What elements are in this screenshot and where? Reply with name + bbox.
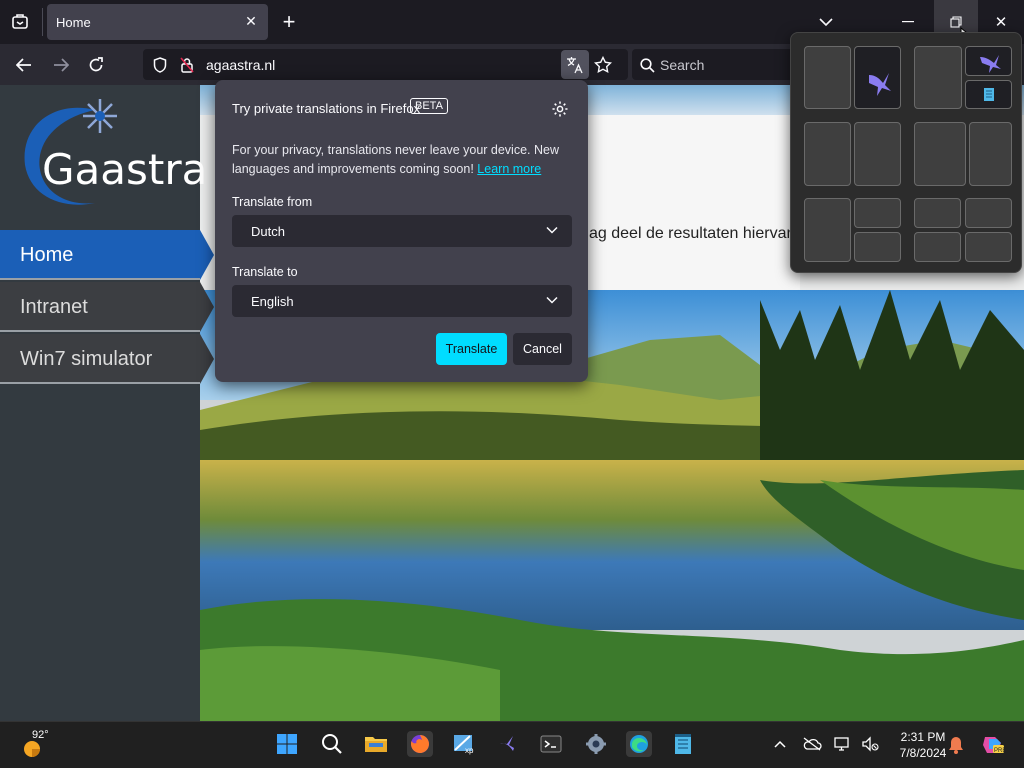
forward-icon[interactable] bbox=[50, 54, 72, 76]
snap-zone-left-half[interactable] bbox=[804, 46, 851, 109]
snap-zone-bottom-right[interactable] bbox=[965, 80, 1012, 109]
notification-bell-icon[interactable] bbox=[946, 735, 966, 755]
tab-title: Home bbox=[56, 15, 91, 30]
list-all-tabs-icon[interactable] bbox=[815, 11, 837, 33]
snap-zone-narrow-right[interactable] bbox=[969, 122, 1012, 186]
reload-icon[interactable] bbox=[85, 54, 107, 76]
snap-zone-quad-top-right[interactable] bbox=[965, 198, 1012, 228]
translate-from-label: Translate from bbox=[232, 195, 313, 209]
close-window-icon[interactable]: ✕ bbox=[985, 11, 1017, 33]
chevron-down-icon bbox=[546, 223, 558, 237]
copilot-icon[interactable]: PRE bbox=[980, 731, 1006, 757]
snap-zone-top-right[interactable] bbox=[965, 46, 1012, 76]
new-tab-icon[interactable]: + bbox=[278, 9, 300, 34]
translate-from-select[interactable]: Dutch bbox=[232, 215, 572, 247]
url-text: agaastra.nl bbox=[206, 57, 276, 73]
translate-button[interactable]: Translate bbox=[436, 333, 507, 365]
bird-app-icon[interactable] bbox=[495, 731, 521, 757]
page-content-text: ag deel de resultaten hiervan bbox=[589, 225, 796, 242]
weather-temperature: 92° bbox=[32, 729, 49, 741]
snap-zone-right-half[interactable] bbox=[854, 46, 901, 109]
snap-layouts-flyout bbox=[790, 32, 1022, 273]
onedrive-offline-icon[interactable] bbox=[802, 735, 822, 753]
back-icon[interactable] bbox=[13, 54, 35, 76]
translation-popup: Try private translations in Firefox BETA… bbox=[215, 80, 588, 382]
nav-item-label: Win7 simulator bbox=[20, 348, 153, 370]
translate-to-select[interactable]: English bbox=[232, 285, 572, 317]
snap-zone-quad-bottom-right[interactable] bbox=[965, 232, 1012, 262]
snap-zone-top-right-quarter[interactable] bbox=[854, 198, 901, 228]
nav-item-win7-simulator[interactable]: Win7 simulator bbox=[0, 334, 214, 384]
snap-zone-wide-left[interactable] bbox=[914, 122, 966, 186]
translate-to-label: Translate to bbox=[232, 265, 298, 279]
nav-item-label: Intranet bbox=[20, 296, 88, 318]
file-explorer-icon[interactable] bbox=[363, 731, 389, 757]
terminal-icon[interactable] bbox=[538, 731, 564, 757]
gear-icon[interactable] bbox=[551, 100, 569, 118]
network-icon[interactable] bbox=[833, 735, 853, 753]
popup-title: Try private translations in Firefox bbox=[232, 101, 421, 116]
tracking-protection-shield-icon[interactable] bbox=[150, 55, 170, 75]
nav-item-intranet[interactable]: Intranet bbox=[0, 282, 214, 332]
clock-time: 2:31 PM bbox=[900, 730, 946, 744]
svg-text:PRE: PRE bbox=[994, 748, 1005, 754]
snap-zone-thirds-2[interactable] bbox=[854, 122, 901, 186]
settings-gear-icon[interactable] bbox=[583, 731, 609, 757]
from-selected-value: Dutch bbox=[251, 224, 285, 239]
snap-zone-quad-bottom-left[interactable] bbox=[914, 232, 961, 262]
start-windows-icon[interactable] bbox=[274, 731, 300, 757]
show-hidden-icons-chevron-icon[interactable] bbox=[772, 736, 788, 752]
minimize-window-icon[interactable] bbox=[890, 11, 926, 33]
tab-list-icon[interactable] bbox=[9, 11, 31, 33]
svg-text:xp: xp bbox=[465, 746, 474, 755]
learn-more-link[interactable]: Learn more bbox=[477, 162, 541, 176]
bookmark-star-icon[interactable] bbox=[592, 54, 614, 76]
search-bar[interactable] bbox=[632, 49, 802, 80]
snap-zone-thirds-1[interactable] bbox=[804, 122, 851, 186]
popup-description: For your privacy, translations never lea… bbox=[232, 141, 562, 179]
cancel-button[interactable]: Cancel bbox=[513, 333, 572, 365]
edge-icon[interactable] bbox=[626, 731, 652, 757]
search-icon bbox=[637, 55, 657, 75]
browser-tab-home[interactable]: Home ✕ bbox=[47, 4, 268, 40]
search-placeholder: Search bbox=[660, 57, 705, 73]
snap-zone-bottom-right-quarter[interactable] bbox=[854, 232, 901, 262]
content-panel bbox=[560, 115, 800, 290]
to-selected-value: English bbox=[251, 294, 294, 309]
snap-zone-left-column[interactable] bbox=[804, 198, 851, 262]
volume-muted-icon[interactable] bbox=[860, 735, 880, 753]
firefox-icon[interactable] bbox=[407, 731, 433, 757]
beta-badge: BETA bbox=[410, 98, 448, 114]
nav-item-home[interactable]: Home bbox=[0, 230, 214, 280]
clock-date: 7/8/2024 bbox=[899, 746, 947, 760]
nav-item-label: Home bbox=[20, 244, 74, 266]
clock[interactable]: 2:31 PM 7/8/2024 bbox=[893, 729, 953, 761]
snap-zone-left-two-thirds[interactable] bbox=[914, 46, 962, 109]
notepad-icon[interactable] bbox=[670, 731, 696, 757]
close-tab-icon[interactable]: ✕ bbox=[242, 12, 260, 30]
taskbar-search-icon[interactable] bbox=[319, 731, 345, 757]
logo-text: Gaastra bbox=[42, 145, 208, 194]
insecure-lock-icon[interactable] bbox=[177, 55, 197, 75]
snap-zone-quad-top-left[interactable] bbox=[914, 198, 961, 228]
chevron-down-icon bbox=[546, 293, 558, 307]
translate-page-icon[interactable] bbox=[561, 50, 589, 79]
xp-app-icon[interactable]: xp bbox=[451, 731, 477, 757]
weather-widget[interactable]: 92° bbox=[18, 729, 58, 761]
